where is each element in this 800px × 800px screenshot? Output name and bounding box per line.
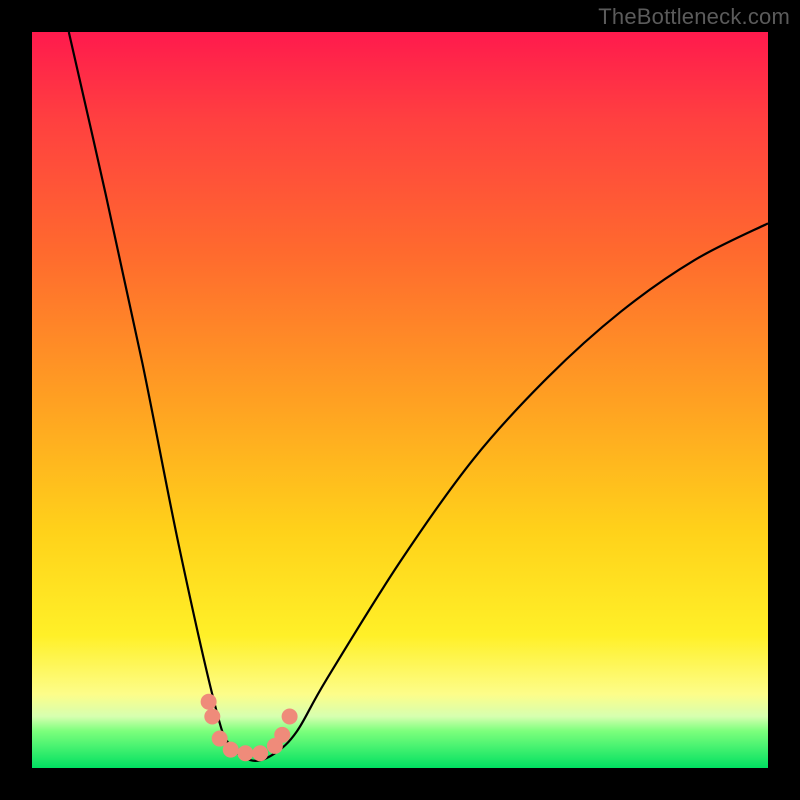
highlight-point (237, 745, 253, 761)
watermark-text: TheBottleneck.com (598, 4, 790, 30)
bottleneck-curve (69, 32, 768, 761)
chart-frame: TheBottleneck.com (0, 0, 800, 800)
highlight-markers (201, 694, 298, 762)
highlight-point (274, 727, 290, 743)
plot-area (32, 32, 768, 768)
highlight-point (282, 708, 298, 724)
highlight-point (204, 708, 220, 724)
curve-layer (32, 32, 768, 768)
highlight-point (252, 745, 268, 761)
highlight-point (223, 742, 239, 758)
highlight-point (201, 694, 217, 710)
